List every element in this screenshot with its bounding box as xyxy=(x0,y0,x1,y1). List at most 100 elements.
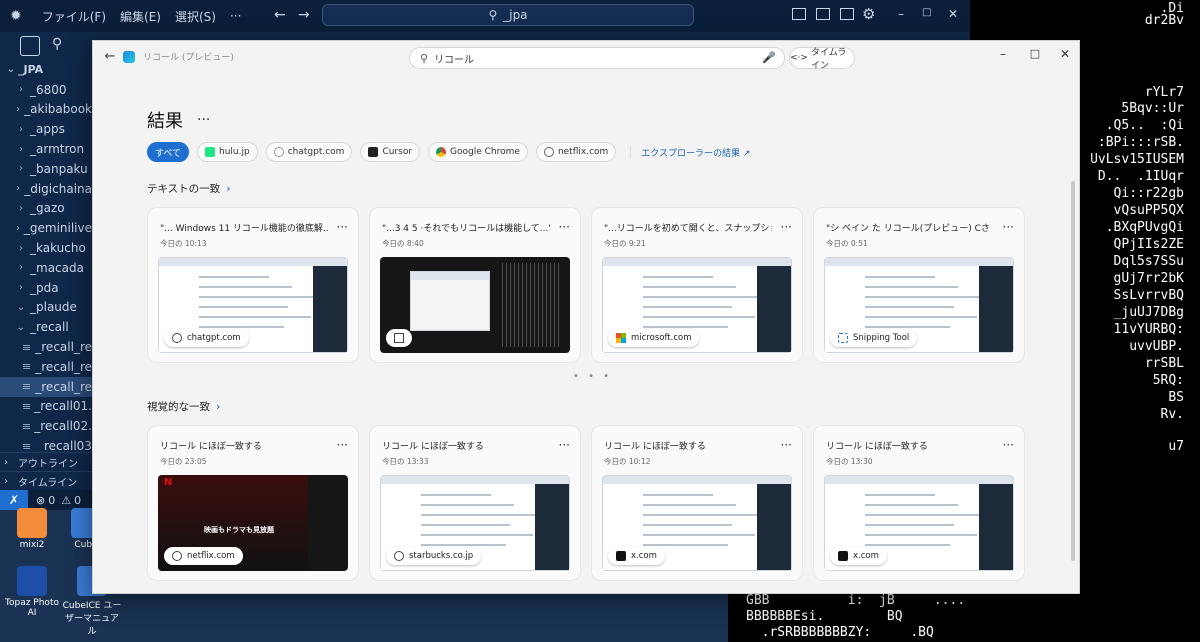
recall-titlebar: ← リコール (プレビュー) ⚲ リコール 🎤 <·> タイムライン – □ ✕ xyxy=(93,41,1079,73)
timeline-section[interactable]: › タイムライン xyxy=(0,471,92,490)
file-tree-item[interactable]: ≡ _recall_re xyxy=(0,376,92,397)
explorer-results-link[interactable]: エクスプローラーの結果 ↗ xyxy=(630,145,750,159)
file-tree-item[interactable]: ≡ _recall01. xyxy=(0,397,92,417)
card-more-button[interactable]: ··· xyxy=(337,438,348,452)
filter-chip[interactable]: Cursor xyxy=(360,142,421,162)
menu-more[interactable]: ··· xyxy=(230,9,241,23)
result-card[interactable]: "シ ベイン た リコール(プレビュー) Cさ ここに..." 今日の 0:51 ·… xyxy=(813,207,1025,363)
error-icon[interactable]: ⊗ xyxy=(36,494,45,507)
terminal-line: .BXqPUvgQi xyxy=(1105,220,1184,235)
result-card[interactable]: リコール にほぼ一致する 今日の 13:30 ··· x.com xyxy=(813,425,1025,581)
card-more-button[interactable]: ··· xyxy=(781,438,792,452)
chevron-right-icon: › xyxy=(16,183,21,195)
snapshot-thumbnail[interactable]: microsoft.com xyxy=(602,257,792,353)
filter-chip[interactable]: Google Chrome xyxy=(428,142,528,162)
forward-arrow-icon[interactable]: → xyxy=(298,7,310,23)
snapshot-thumbnail[interactable] xyxy=(380,257,570,353)
source-badge[interactable] xyxy=(386,329,412,347)
file-tree-item[interactable]: › _digichaina xyxy=(0,179,92,199)
file-tree-item[interactable]: ≡ _recall_re xyxy=(0,337,92,357)
pager-dots[interactable]: • • • xyxy=(573,371,612,382)
file-tree-item[interactable]: ≡ _recall02. xyxy=(0,416,92,436)
search-icon[interactable]: ⚲ xyxy=(52,36,62,60)
source-badge[interactable]: netflix.com xyxy=(164,547,243,565)
card-more-button[interactable]: ··· xyxy=(1003,438,1014,452)
visual-matches-header[interactable]: 視覚的な一致 › xyxy=(147,399,220,414)
maximize-icon[interactable]: □ xyxy=(1025,47,1045,65)
explorer-icon[interactable] xyxy=(20,36,40,56)
result-card[interactable]: リコール にほぼ一致する 今日の 13:33 ··· starbucks.co.jp xyxy=(369,425,581,581)
file-tree-item[interactable]: › _kakucho xyxy=(0,238,92,258)
file-tree-item[interactable]: › _pda xyxy=(0,278,92,298)
snapshot-thumbnail[interactable]: Snipping Tool xyxy=(824,257,1014,353)
filter-chip[interactable]: netflix.com xyxy=(535,142,617,162)
source-badge[interactable]: x.com xyxy=(830,547,887,565)
close-icon[interactable]: ✕ xyxy=(948,7,958,21)
file-tree-item[interactable]: › _armtron xyxy=(0,139,92,159)
card-more-button[interactable]: ··· xyxy=(1003,220,1014,234)
gear-icon[interactable]: ⚙ xyxy=(862,5,875,23)
result-card[interactable]: "...リコールを初めて開くと、スナップショットの..." 今日の 9:21 ···… xyxy=(591,207,803,363)
maximize-icon[interactable]: □ xyxy=(922,7,931,18)
menu-selection[interactable]: 選択(S) xyxy=(175,8,216,25)
result-card[interactable]: "... Windows 11 リコール機能の徹底解..." 今日の 10:13 ·… xyxy=(147,207,359,363)
result-card[interactable]: "...3 4 5 ·それでもリコールは機能して..." 今日の 8:40 ··· xyxy=(369,207,581,363)
close-icon[interactable]: ✕ xyxy=(1055,47,1075,65)
file-tree-item[interactable]: ≡ _recall_re xyxy=(0,357,92,377)
minimize-icon[interactable]: – xyxy=(898,7,904,21)
source-badge[interactable]: microsoft.com xyxy=(608,329,700,347)
snapshot-thumbnail[interactable]: x.com xyxy=(824,475,1014,571)
card-more-button[interactable]: ··· xyxy=(781,220,792,234)
source-badge[interactable]: x.com xyxy=(608,547,665,565)
microphone-icon[interactable]: 🎤 xyxy=(762,51,776,64)
filter-chip[interactable]: hulu.jp xyxy=(197,142,258,162)
card-more-button[interactable]: ··· xyxy=(337,220,348,234)
file-tree-item[interactable]: › _6800 xyxy=(0,80,92,100)
timeline-button[interactable]: <·> タイムライン xyxy=(789,47,855,71)
snapshot-thumbnail[interactable]: x.com xyxy=(602,475,792,571)
panel-toggle-icon[interactable] xyxy=(816,8,830,20)
sidebar-toggle-icon[interactable] xyxy=(840,8,854,20)
file-tree: › _6800 › _akibabook › _apps › _armtron › _banpak… xyxy=(0,80,92,456)
command-center-search[interactable]: ⚲ _jpa xyxy=(322,4,694,26)
source-badge[interactable]: starbucks.co.jp xyxy=(386,547,482,565)
result-card[interactable]: リコール にほぼ一致する 今日の 23:05 ··· N 映画もドラマも見放題 netfl… xyxy=(147,425,359,581)
card-more-button[interactable]: ··· xyxy=(559,220,570,234)
filter-chip[interactable]: すべて xyxy=(147,142,190,162)
menu-edit[interactable]: 編集(E) xyxy=(120,8,161,25)
file-tree-item[interactable]: › _banpaku xyxy=(0,159,92,179)
snapshot-thumbnail[interactable]: starbucks.co.jp xyxy=(380,475,570,571)
search-input[interactable]: ⚲ リコール 🎤 xyxy=(409,47,785,69)
menu-file[interactable]: ファイル(F) xyxy=(42,8,106,25)
file-tree-item[interactable]: › _akibabook xyxy=(0,100,92,120)
snapshot-thumbnail[interactable]: N 映画もドラマも見放題 netflix.com xyxy=(158,475,348,571)
source-badge[interactable]: chatgpt.com xyxy=(164,329,249,347)
file-tree-item[interactable]: › _apps xyxy=(0,119,92,139)
back-arrow-icon[interactable]: ← xyxy=(101,49,119,64)
chevron-right-icon: › xyxy=(15,222,20,234)
card-date: 今日の 10:12 xyxy=(604,457,651,466)
filter-chip[interactable]: chatgpt.com xyxy=(265,142,353,162)
remote-icon[interactable]: ✗ xyxy=(0,490,28,510)
file-tree-item[interactable]: › _macada xyxy=(0,258,92,278)
desktop-icon-topaz[interactable]: Topaz Photo AI xyxy=(2,566,62,618)
snapshot-thumbnail[interactable]: chatgpt.com xyxy=(158,257,348,353)
results-more-button[interactable]: ··· xyxy=(197,112,210,128)
text-matches-header[interactable]: テキストの一致 › xyxy=(147,181,231,196)
layout-toggle-icon[interactable] xyxy=(792,8,806,20)
file-tree-item[interactable]: ⌄ _recall xyxy=(0,317,92,337)
desktop-icon-mixi2[interactable]: mixi2 xyxy=(2,508,62,550)
scrollbar[interactable] xyxy=(1071,181,1075,561)
outline-section[interactable]: › アウトライン xyxy=(0,452,92,471)
file-tree-item[interactable]: ⌄ _plaude xyxy=(0,298,92,318)
explorer-root[interactable]: ⌄ _JPA xyxy=(0,60,92,80)
card-more-button[interactable]: ··· xyxy=(559,438,570,452)
file-tree-item[interactable]: › _gazo xyxy=(0,199,92,219)
minimize-icon[interactable]: – xyxy=(993,47,1013,65)
warning-icon[interactable]: ⚠ xyxy=(61,494,71,507)
back-arrow-icon[interactable]: ← xyxy=(274,7,286,23)
file-tree-label: _recall01. xyxy=(34,399,92,414)
file-tree-item[interactable]: › _geminilive xyxy=(0,218,92,238)
source-badge[interactable]: Snipping Tool xyxy=(830,329,918,347)
result-card[interactable]: リコール にほぼ一致する 今日の 10:12 ··· x.com xyxy=(591,425,803,581)
